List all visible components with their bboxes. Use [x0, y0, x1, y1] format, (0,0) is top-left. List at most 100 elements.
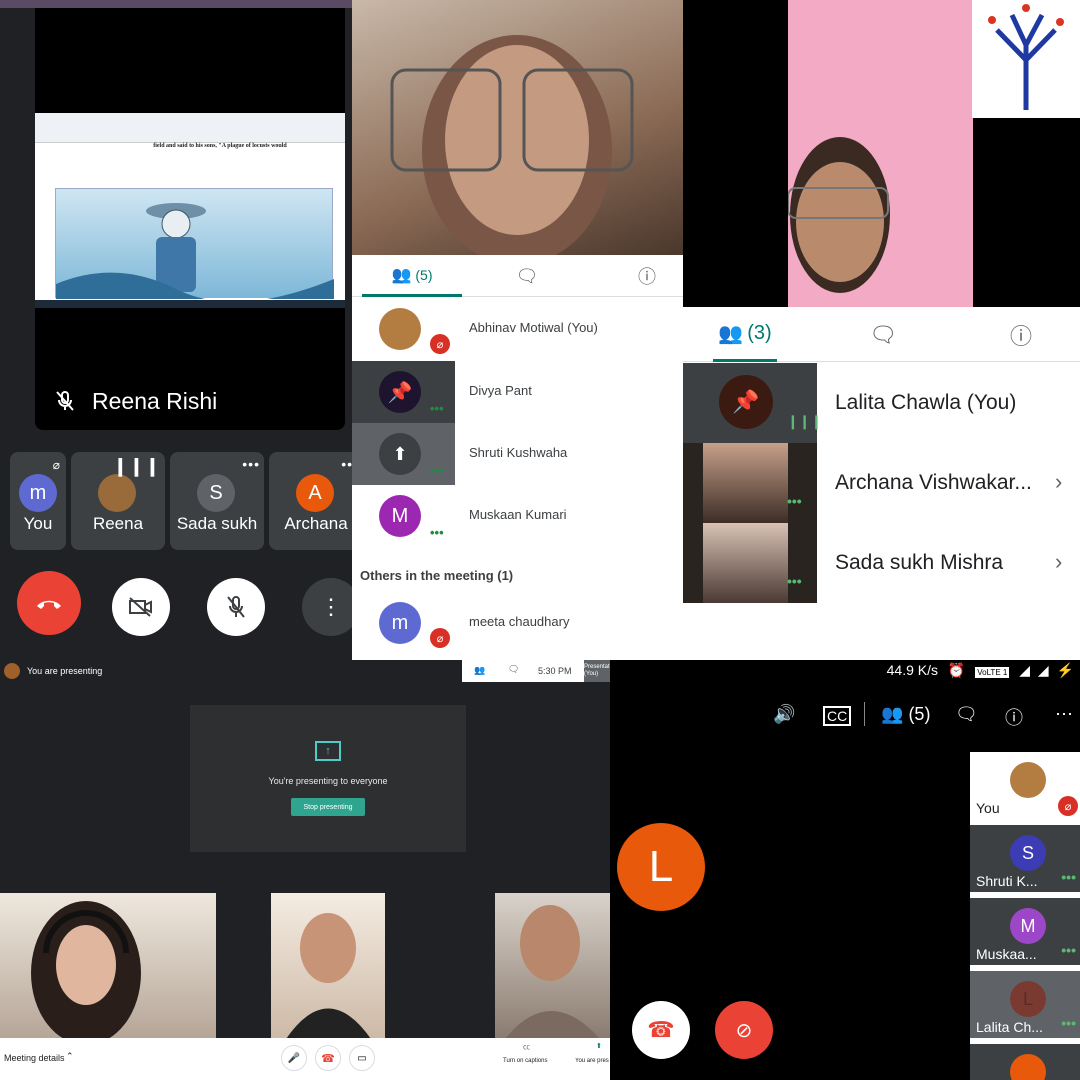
- girl-headphones: [31, 901, 141, 1045]
- people-icon: 👥: [391, 266, 412, 284]
- participant-tile[interactable]: [970, 1044, 1080, 1080]
- tab-info[interactable]: ⓘ: [1001, 307, 1041, 362]
- tile-label: You: [23, 514, 53, 533]
- girl-portrait: [286, 913, 371, 1039]
- participant-tile[interactable]: You ⌀: [970, 752, 1080, 822]
- avatar: [1010, 1054, 1046, 1080]
- chevron-right-icon[interactable]: ›: [1055, 469, 1062, 495]
- chevron-up-icon[interactable]: ⌃: [66, 1051, 74, 1062]
- meet-panel-phone-2: 👥 (5) 🗨 ⓘ ⌀ Abhinav Motiwal (You) 📌 ••• …: [352, 0, 683, 660]
- participant-row[interactable]: ••• Archana Vishwakar... ›: [683, 443, 1080, 523]
- info-icon: ⓘ: [1009, 323, 1032, 349]
- participant-name: Lalita Chawla (You): [835, 391, 1017, 414]
- participant-name: Muskaan Kumari: [469, 507, 567, 522]
- people-button[interactable]: 👥 (5): [881, 704, 930, 725]
- tab-people[interactable]: 👥 (3): [713, 307, 777, 362]
- tile-sada-sukh[interactable]: S Sada sukh •••: [170, 452, 264, 550]
- mic-button[interactable]: 🎤: [281, 1045, 307, 1071]
- participant-name: Shruti K...: [976, 873, 1038, 889]
- more-icon[interactable]: •••: [341, 456, 352, 472]
- participant-tile[interactable]: L Lalita Ch... •••: [970, 971, 1080, 1041]
- chat-icon[interactable]: 🗨: [955, 704, 978, 725]
- girl-portrait: [505, 905, 600, 1039]
- info-icon[interactable]: ⓘ: [1005, 704, 1023, 730]
- speaker-video: [787, 0, 973, 307]
- captions-button[interactable]: Turn on captions: [503, 1058, 547, 1064]
- tile-reena[interactable]: Reena ❙❙❙: [71, 452, 165, 550]
- meet-desktop-panel: You are presenting 👥 🗨 5:30 PM Presentat…: [0, 660, 610, 1080]
- end-call-button[interactable]: [17, 571, 81, 635]
- phone-hangup-icon: ☎: [321, 1052, 335, 1065]
- chat-icon[interactable]: 🗨: [508, 664, 519, 675]
- presenting-bar: You are presenting 👥 🗨 5:30 PM Presentat…: [0, 660, 610, 682]
- tile-label: Archana: [284, 514, 348, 533]
- chevron-right-icon[interactable]: ›: [1055, 549, 1062, 575]
- mic-toggle-button[interactable]: [207, 578, 265, 636]
- camera-button[interactable]: ▭: [349, 1045, 375, 1071]
- main-avatar: L: [617, 823, 705, 911]
- tile-archana[interactable]: A Archana •••: [269, 452, 352, 550]
- participant-tile[interactable]: M Muskaa... •••: [970, 898, 1080, 968]
- carrier-badge: VoLTE 1: [975, 667, 1010, 678]
- divider: [864, 702, 865, 726]
- audio-level-icon: ❙❙❙: [787, 413, 823, 429]
- status-strip: [0, 0, 352, 8]
- tile-label: Reena: [92, 514, 144, 533]
- tree-hands-logo: [988, 4, 1064, 110]
- captions-icon[interactable]: CC: [823, 706, 852, 726]
- participant-row[interactable]: M ••• Muskaan Kumari: [352, 485, 683, 547]
- meeting-details-button[interactable]: Meeting details: [4, 1053, 65, 1063]
- net-speed: 44.9 K/s: [886, 662, 939, 678]
- end-call-button[interactable]: ☎: [632, 1001, 690, 1059]
- panel-tabs: 👥 (5) 🗨 ⓘ: [352, 255, 683, 297]
- tab-people[interactable]: 👥 (5): [362, 255, 462, 297]
- present-icon: ⬆: [596, 1043, 602, 1050]
- audio-dots-icon: •••: [787, 493, 802, 509]
- tile-you[interactable]: m You ⌀: [10, 452, 66, 550]
- muted-badge-icon: ⌀: [430, 628, 450, 648]
- participant-name: Abhinav Motiwal (You): [469, 320, 598, 335]
- shared-screen: field and said to his sons, "A plague of…: [35, 113, 345, 308]
- participant-row[interactable]: m ⌀ meeta chaudhary: [352, 592, 683, 654]
- more-options-button[interactable]: ⋮: [302, 578, 352, 636]
- tab-chat[interactable]: 🗨: [863, 307, 903, 362]
- participant-row[interactable]: ⬆ ••• Shruti Kushwaha: [352, 423, 683, 485]
- audio-dots-icon: •••: [430, 463, 444, 478]
- participant-tile[interactable]: S Shruti K... •••: [970, 825, 1080, 895]
- present-button[interactable]: You are pres: [575, 1058, 610, 1064]
- participant-row[interactable]: ••• Sada sukh Mishra ›: [683, 523, 1080, 603]
- pin-icon: 📌: [379, 371, 421, 413]
- audio-dots-icon: •••: [430, 525, 444, 540]
- mic-off-icon: [54, 390, 76, 412]
- audio-dots-icon: •••: [1061, 1015, 1076, 1031]
- participant-row[interactable]: 📌 ••• Divya Pant: [352, 361, 683, 423]
- speaker-icon[interactable]: 🔊: [773, 704, 795, 725]
- participant-row[interactable]: 📌 ❙❙❙ Lalita Chawla (You): [683, 363, 1080, 443]
- presenting-message: You're presenting to everyone: [268, 776, 388, 786]
- present-icon: ⬆: [379, 433, 421, 475]
- avatar: m: [379, 602, 421, 644]
- camera-toggle-button[interactable]: ⊘: [715, 1001, 773, 1059]
- more-icon[interactable]: •••: [242, 456, 260, 472]
- participant-row[interactable]: ⌀ Abhinav Motiwal (You): [352, 298, 683, 360]
- avatar: A: [296, 474, 334, 512]
- people-icon: 👥: [881, 704, 904, 724]
- shared-screen-text: field and said to his sons, "A plague of…: [153, 143, 287, 149]
- participant-name: You: [976, 800, 1000, 816]
- tab-chat[interactable]: 🗨: [502, 255, 552, 297]
- end-call-button[interactable]: ☎: [315, 1045, 341, 1071]
- camera-toggle-button[interactable]: [112, 578, 170, 636]
- participant-name: meeta chaudhary: [469, 614, 570, 629]
- audio-dots-icon: •••: [1061, 942, 1076, 958]
- people-icon[interactable]: 👥: [474, 665, 485, 676]
- audio-dots-icon: •••: [787, 573, 802, 589]
- tile-label: Sada sukh: [176, 514, 258, 533]
- meet-panel-phone-1: field and said to his sons, "A plague of…: [0, 0, 352, 660]
- speaker-video: [352, 0, 683, 265]
- stop-presenting-button[interactable]: Stop presenting: [291, 798, 365, 816]
- tab-info[interactable]: ⓘ: [622, 255, 672, 297]
- present-screen-icon: ↑: [315, 741, 341, 761]
- more-icon[interactable]: ⋯: [1055, 704, 1073, 725]
- people-count: (5): [415, 266, 433, 283]
- mic-icon: 🎤: [287, 1052, 301, 1064]
